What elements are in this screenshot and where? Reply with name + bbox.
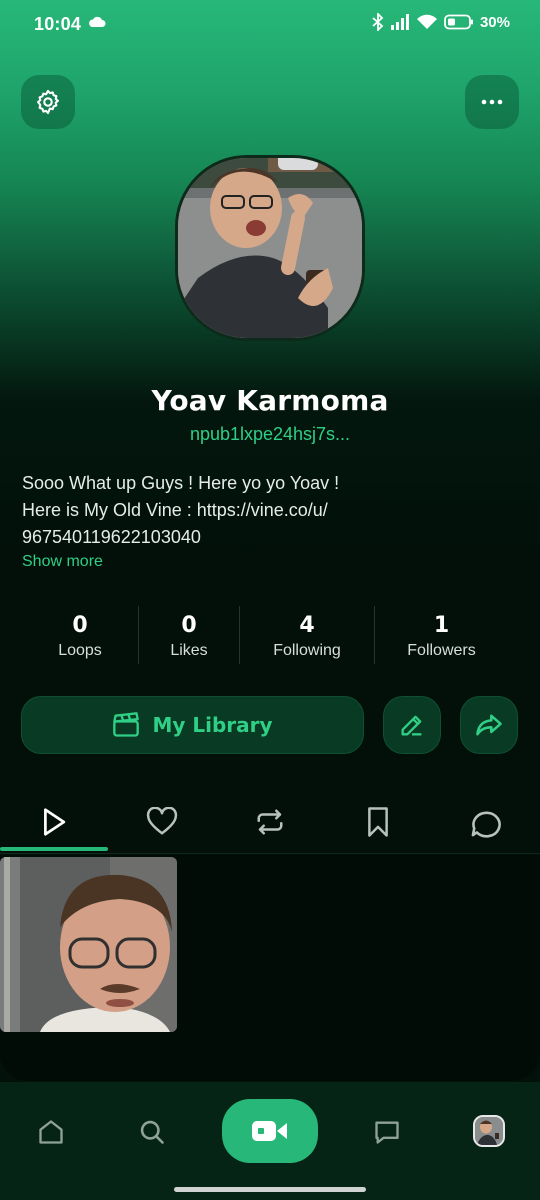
active-tab-indicator <box>0 847 108 851</box>
tab-comments[interactable] <box>432 790 540 853</box>
battery-icon <box>444 14 473 30</box>
share-arrow-icon <box>476 714 502 736</box>
content-tabs <box>0 790 540 854</box>
gear-icon <box>37 89 59 115</box>
status-bar: 10:04 30% <box>0 0 540 50</box>
settings-button[interactable] <box>21 75 75 129</box>
nav-profile-avatar[interactable] <box>473 1115 505 1147</box>
bookmark-icon <box>368 806 388 837</box>
stat-following[interactable]: 4 Following <box>240 606 374 666</box>
nav-messages[interactable] <box>367 1114 407 1150</box>
bio-line: Sooo What up Guys ! Here yo yo Yoav ! <box>22 473 340 493</box>
video-thumbnail-image <box>0 857 177 1032</box>
bio-line: Here is My Old Vine : https://vine.co/u/ <box>22 500 328 520</box>
home-indicator <box>174 1187 366 1192</box>
signal-icon <box>390 14 409 30</box>
clapperboard-icon <box>113 712 140 737</box>
stat-likes[interactable]: 0 Likes <box>139 606 239 666</box>
repost-icon <box>257 809 283 834</box>
share-profile-button[interactable] <box>460 696 518 754</box>
tab-reposts[interactable] <box>216 790 324 853</box>
stat-followers[interactable]: 1 Followers <box>375 606 508 666</box>
record-video-button[interactable] <box>222 1099 318 1163</box>
heart-icon <box>146 806 178 834</box>
bio-line: 967540119622103040 <box>22 527 201 547</box>
stat-label: Followers <box>407 641 476 659</box>
stat-label: Likes <box>170 641 208 659</box>
video-camera-icon <box>252 1121 287 1141</box>
cloud-icon <box>89 16 106 27</box>
profile-avatar[interactable] <box>175 155 365 341</box>
nav-search[interactable] <box>132 1114 172 1150</box>
tab-likes[interactable] <box>108 790 216 853</box>
stat-value: 1 <box>433 612 450 638</box>
profile-screen: 10:04 30% Yoav Karmoma npub1lxpe24hsj7s.… <box>0 0 540 1200</box>
more-horizontal-icon <box>481 99 503 105</box>
profile-stats: 0 Loops 0 Likes 4 Following 1 Followers <box>22 606 518 666</box>
search-icon <box>140 1120 164 1144</box>
pencil-icon <box>401 715 422 736</box>
tab-videos[interactable] <box>0 790 108 853</box>
my-library-label: My Library <box>152 713 273 737</box>
nav-home[interactable] <box>31 1114 71 1150</box>
show-more-link[interactable]: Show more <box>22 553 103 571</box>
tab-bookmarks[interactable] <box>324 790 432 853</box>
status-icons: 30% <box>372 13 510 31</box>
wifi-icon <box>416 14 437 29</box>
stat-label: Following <box>273 641 341 659</box>
stat-label: Loops <box>58 641 102 659</box>
battery-percent: 30% <box>479 13 510 31</box>
video-thumbnail[interactable] <box>0 857 177 1032</box>
edit-profile-button[interactable] <box>383 696 441 754</box>
status-time: 10:04 <box>34 14 82 34</box>
my-library-button[interactable]: My Library <box>21 696 364 754</box>
profile-bio: Sooo What up Guys ! Here yo yo Yoav ! He… <box>22 470 522 551</box>
npub-key[interactable]: npub1lxpe24hsj7s... <box>0 424 540 445</box>
home-icon <box>39 1120 63 1144</box>
play-icon <box>44 807 66 836</box>
profile-name: Yoav Karmoma <box>151 384 389 417</box>
stat-value: 0 <box>72 612 88 638</box>
more-options-button[interactable] <box>465 75 519 129</box>
stat-loops[interactable]: 0 Loops <box>22 606 138 666</box>
avatar-photo <box>178 158 362 338</box>
bluetooth-icon <box>372 13 384 31</box>
profile-avatar-icon <box>475 1117 503 1145</box>
comment-icon <box>471 811 501 838</box>
message-icon <box>375 1121 399 1144</box>
stat-value: 4 <box>299 612 315 638</box>
stat-value: 0 <box>181 612 197 638</box>
